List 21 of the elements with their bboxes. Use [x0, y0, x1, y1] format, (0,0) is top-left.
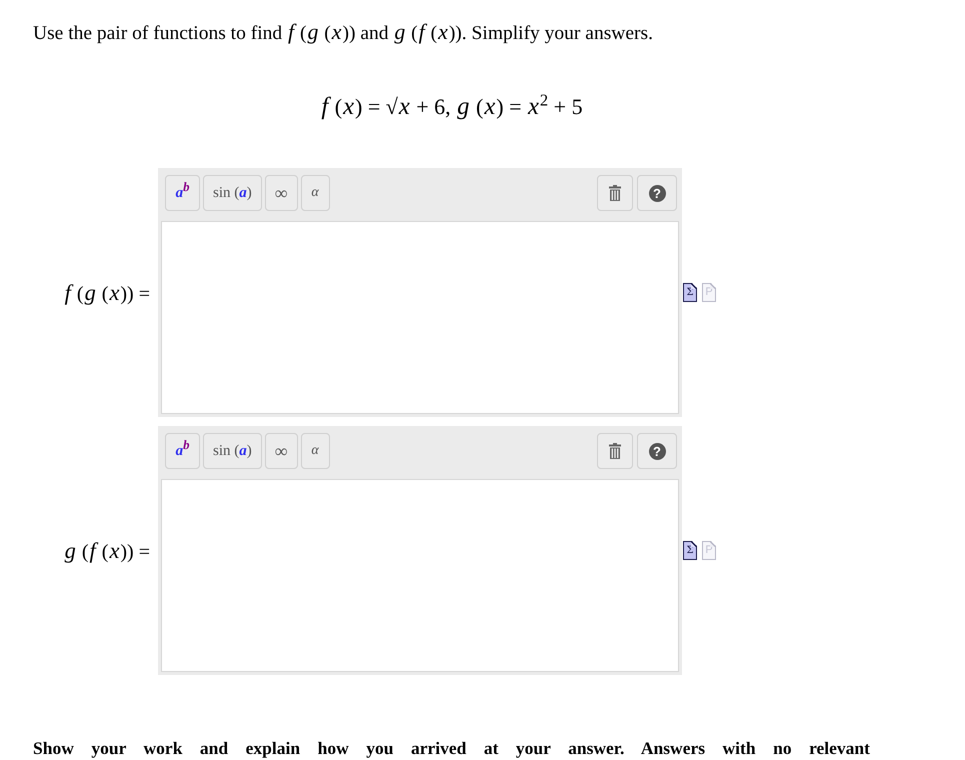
- question-text: Use the pair of functions to find f (g (x)) and g (f (x)). Simplify your answers.: [33, 19, 654, 46]
- exponent-button[interactable]: a$^{b}$: [165, 175, 200, 211]
- help-icon: ?: [648, 184, 666, 202]
- infinity-button[interactable]: ∞: [264, 433, 298, 469]
- help-button[interactable]: ?: [637, 175, 677, 211]
- infinity-button[interactable]: ∞: [264, 175, 298, 211]
- answer-label: g (f (x)) =: [64, 538, 150, 564]
- help-icon: ?: [648, 442, 666, 460]
- function-button[interactable]: sin (a): [203, 433, 262, 469]
- answer-label: f (g (x)) =: [64, 280, 150, 306]
- greek-letter-button[interactable]: α: [300, 433, 330, 469]
- trash-icon: [609, 443, 621, 459]
- instructions-text: Show your work and explain how you arrived at your answer. Answers with no relevant: [33, 738, 870, 758]
- function-definitions: f (x) = √x + 6, g (x) = x$^{2}$ + 5: [320, 93, 583, 121]
- help-button[interactable]: ?: [637, 433, 677, 469]
- function-button[interactable]: sin (a): [203, 175, 262, 211]
- delete-button[interactable]: [597, 175, 633, 211]
- exponent-button[interactable]: a$^{b}$: [165, 433, 200, 469]
- greek-letter-button[interactable]: α: [300, 175, 330, 211]
- trash-icon: [609, 185, 621, 201]
- delete-button[interactable]: [597, 433, 633, 469]
